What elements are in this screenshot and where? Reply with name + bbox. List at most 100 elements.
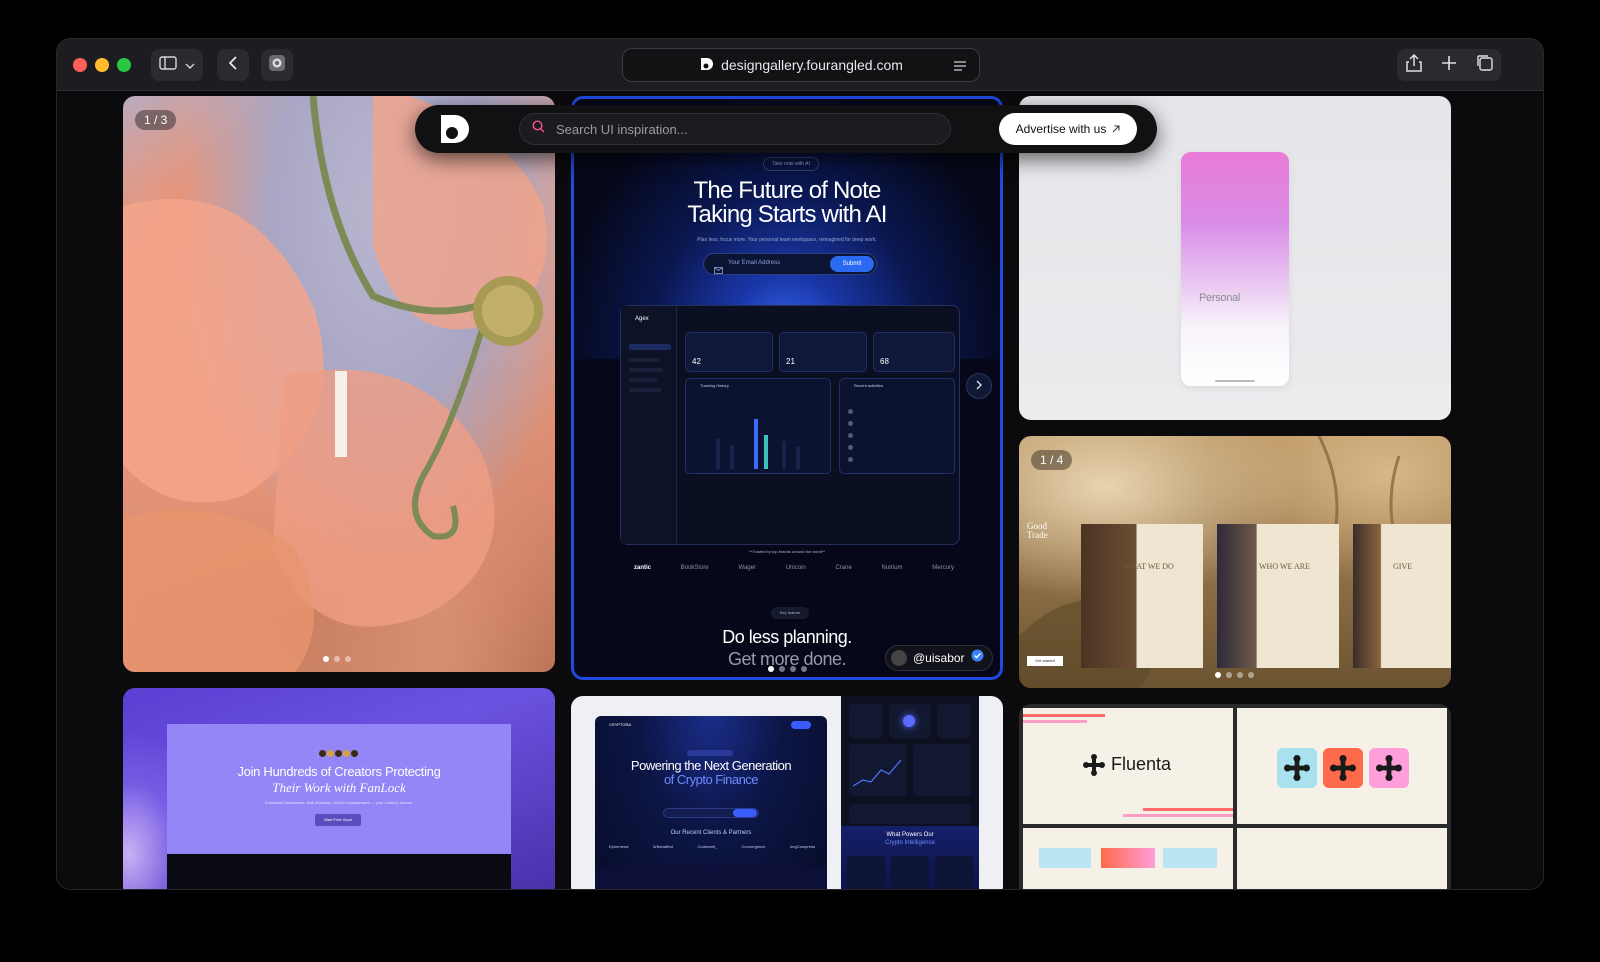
start-scan-button[interactable]: Start Free Scan	[315, 814, 361, 826]
brand-logo: Wager	[738, 565, 756, 571]
hero-title-line-2: Taking Starts with AI	[687, 201, 887, 228]
panel-3: GIVE	[1353, 524, 1451, 668]
verified-icon	[971, 649, 984, 667]
fluenta-tile-logo: Fluenta	[1023, 708, 1233, 824]
image-counter: 1 / 3	[135, 110, 177, 130]
extension-icon	[268, 54, 286, 77]
gallery-card-note-ai[interactable]: Take note with AI The Future of Note Tak…	[571, 96, 1003, 680]
gallery-card-fanlock[interactable]: Join Hundreds of Creators Protecting The…	[123, 688, 555, 889]
side-title-line-2: Crypto Intelligence	[885, 840, 935, 846]
author-handle: @uisabor	[913, 651, 965, 665]
email-form: Your Email Address Submit	[703, 253, 877, 275]
brand-logo: Nutrium	[881, 565, 903, 571]
url-text: designgallery.fourangled.com	[721, 57, 903, 73]
arrow-up-right-icon	[1112, 122, 1120, 136]
chart-bar-secondary	[764, 435, 768, 469]
fluenta-tile-bottom-right	[1237, 828, 1447, 889]
search-input[interactable]	[554, 120, 914, 138]
site-header: Advertise with us	[415, 105, 1157, 153]
browser-toolbar: designgallery.fourangled.com	[57, 39, 1543, 91]
chart-bar-highlight	[754, 419, 758, 469]
flower-artwork	[123, 96, 547, 672]
dashboard-preview: Agex 42 21 68 Tracking History Recent ac…	[620, 305, 960, 545]
search-icon	[532, 120, 545, 138]
site-logo-icon[interactable]	[439, 113, 473, 150]
address-bar[interactable]: designgallery.fourangled.com	[622, 48, 980, 82]
crypto-submit-button[interactable]	[733, 809, 757, 817]
stat-value-2: 21	[786, 357, 795, 366]
fluenta-wordmark: Fluenta	[1111, 754, 1172, 774]
panel-title: WHAT WE DO	[1123, 562, 1174, 571]
brand-logo: Crane	[835, 565, 852, 571]
crypto-title-line-2: of Crypto Finance	[663, 772, 759, 787]
client-logo: Wildcrafted	[652, 844, 673, 849]
new-tab-icon[interactable]	[1441, 55, 1456, 75]
hero-subtext: Plan less, focus more. Your personal tea…	[697, 237, 877, 243]
phone-mockup: Personal	[1181, 152, 1289, 386]
crypto-brand: CRYPTORA	[609, 722, 632, 727]
search-bar[interactable]	[519, 113, 951, 145]
gallery-card-crypto[interactable]: CRYPTORA Powering the Next Generation of…	[571, 696, 1003, 889]
avatar	[891, 650, 907, 666]
phone-label: Personal	[1199, 292, 1241, 304]
close-window-button[interactable]	[73, 58, 87, 72]
hero-title-line-1: The Future of Note	[693, 177, 881, 204]
client-logo: Convergence	[741, 844, 766, 849]
author-badge[interactable]: @uisabor	[885, 645, 993, 671]
carousel-next-button[interactable]	[966, 373, 992, 399]
recent-activities-label: Recent activities	[854, 383, 884, 388]
extension-button[interactable]	[261, 49, 293, 81]
carousel-dots[interactable]	[768, 666, 807, 672]
submit-button[interactable]: Submit	[830, 256, 874, 272]
panel-1: WHAT WE DO	[1081, 524, 1203, 668]
minimize-window-button[interactable]	[95, 58, 109, 72]
browser-window: designgallery.fourangled.com 1 / 3 Take …	[56, 38, 1544, 890]
brand-logos: zantic BookStore Wager Unicoin Crane Nut…	[634, 565, 954, 571]
tab-overview-icon[interactable]	[1476, 54, 1493, 76]
client-logo: Ephemeral	[609, 844, 629, 849]
client-logo: Codecraft_	[697, 844, 718, 849]
nav-cta[interactable]	[791, 721, 811, 729]
gallery-card-good-trade[interactable]: 1 / 4 Good Trade WHAT WE DO WHO WE ARE G…	[1019, 436, 1451, 688]
sidebar-toggle-button[interactable]	[151, 49, 203, 81]
panel-title: GIVE	[1393, 562, 1413, 571]
key-feature-pill: Key feature	[771, 607, 809, 619]
gallery-card-fluenta[interactable]: Fluenta	[1019, 704, 1451, 889]
advertise-button[interactable]: Advertise with us	[999, 113, 1137, 145]
stat-value-1: 42	[692, 357, 701, 366]
fanlock-hero: Join Hundreds of Creators Protecting The…	[167, 724, 511, 889]
gallery-card-flower[interactable]: 1 / 3	[123, 96, 555, 672]
chevron-right-icon	[976, 377, 982, 395]
fanlock-title: Join Hundreds of Creators Protecting	[237, 764, 441, 779]
fluenta-tile-bottom-left	[1023, 828, 1233, 889]
dash-brand: Agex	[635, 316, 649, 322]
mail-icon	[714, 261, 723, 279]
brand-logo: Mercury	[932, 565, 954, 571]
side-title-line-1: What Powers Our	[886, 832, 934, 838]
pill-badge: Take note with AI	[763, 157, 819, 171]
crypto-hero: CRYPTORA Powering the Next Generation of…	[595, 716, 827, 889]
panel-2: WHO WE ARE	[1217, 524, 1339, 668]
brand-logo: zantic	[634, 565, 652, 571]
brand-logo: Unicoin	[785, 565, 806, 571]
fanlock-desc: Automated takedowns, leak detection, DMC…	[264, 800, 414, 805]
crypto-title-line-1: Powering the Next Generation	[630, 758, 792, 773]
clients-label: Our Recent Clients & Partners	[670, 830, 752, 836]
carousel-dots[interactable]	[323, 656, 351, 662]
carousel-dots[interactable]	[1215, 672, 1254, 678]
fluenta-tile-icons	[1237, 708, 1447, 824]
client-logo: ImgCompress	[790, 844, 815, 849]
zoom-window-button[interactable]	[117, 58, 131, 72]
back-button[interactable]	[217, 49, 249, 81]
crypto-side-panel: What Powers Our Crypto Intelligence	[841, 696, 979, 889]
get-started-button[interactable]: Get started	[1027, 656, 1063, 666]
reader-mode-icon[interactable]	[953, 59, 967, 75]
share-icon[interactable]	[1405, 53, 1422, 77]
brand-wordmark: Good Trade	[1027, 521, 1048, 540]
avatar-stack	[319, 750, 358, 757]
client-logos: Ephemeral Wildcrafted Codecraft_ Converg…	[609, 844, 815, 849]
brand-logo: BookStore	[680, 565, 709, 571]
email-input[interactable]: Your Email Address	[728, 260, 780, 266]
image-counter: 1 / 4	[1031, 450, 1073, 470]
panel-title: WHO WE ARE	[1259, 562, 1310, 571]
